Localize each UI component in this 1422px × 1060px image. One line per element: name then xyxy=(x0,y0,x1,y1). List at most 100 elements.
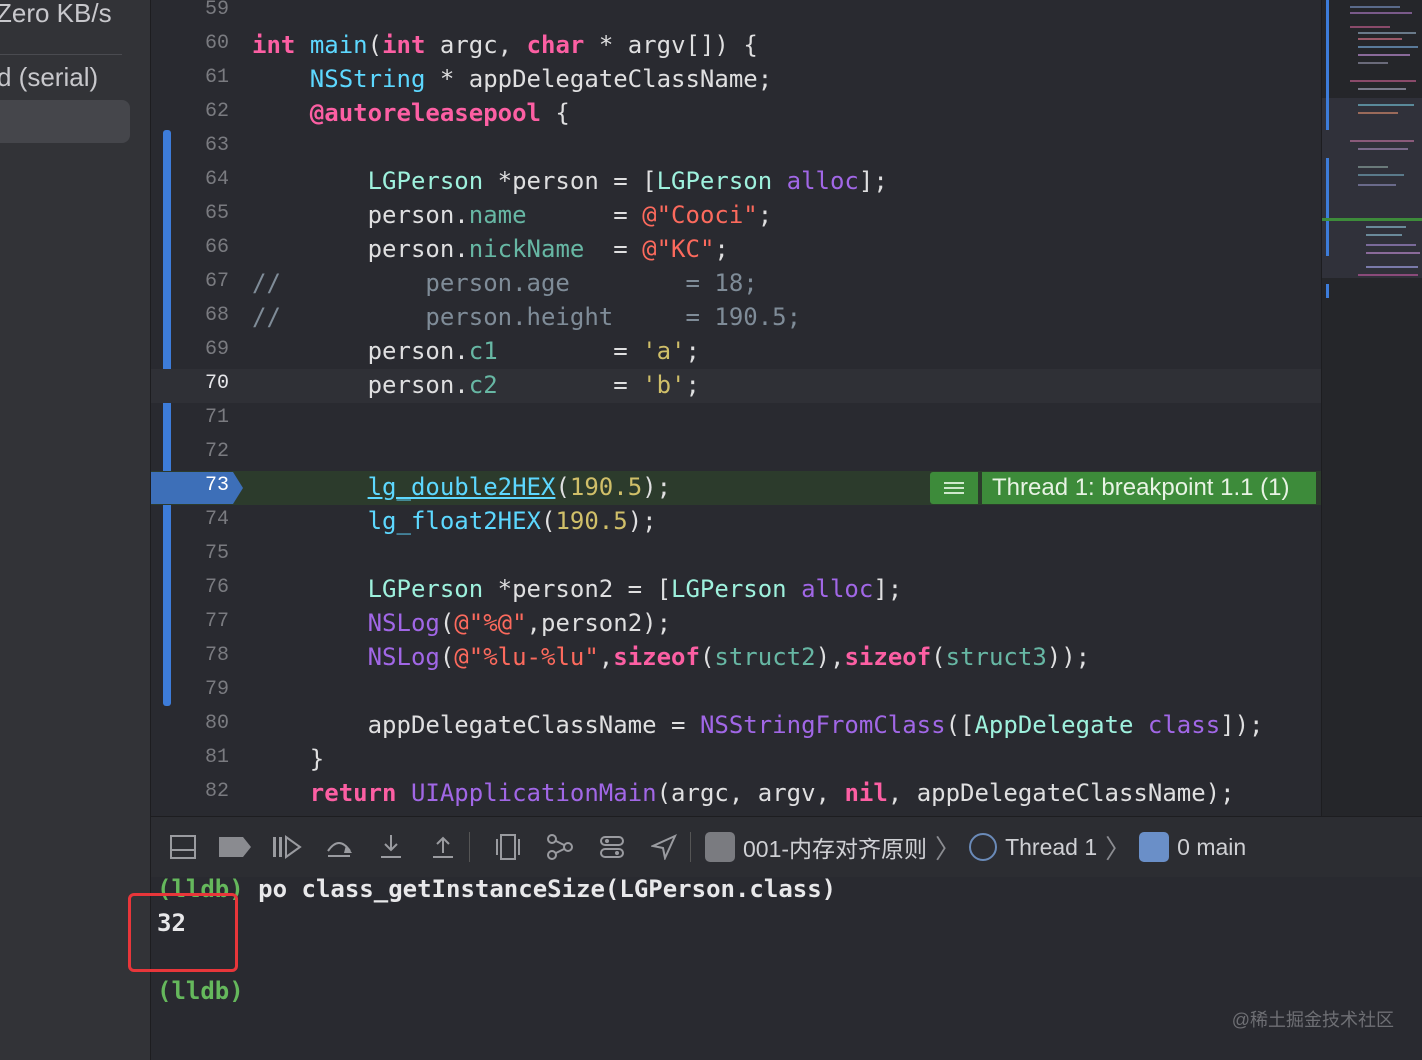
breadcrumb-frame[interactable]: 0 main xyxy=(1177,834,1246,861)
code-line[interactable]: 66 person.nickName = @"KC"; xyxy=(151,233,1321,267)
line-number[interactable]: 82 xyxy=(151,780,229,803)
code-text: return UIApplicationMain(argc, argv, nil… xyxy=(309,779,1235,807)
code-line[interactable]: 81 } xyxy=(151,743,1321,777)
minimap-code-line xyxy=(1350,12,1412,14)
line-number[interactable]: 60 xyxy=(151,32,229,55)
line-number[interactable]: 75 xyxy=(151,542,229,565)
source-editor[interactable]: 59 60 int main(int argc, char * argv[]) … xyxy=(151,0,1321,816)
line-number[interactable]: 71 xyxy=(151,406,229,429)
selected-row-highlight[interactable] xyxy=(0,100,130,143)
breakpoint-banner[interactable]: Thread 1: breakpoint 1.1 (1) xyxy=(930,472,1316,504)
code-text: person.name = @"Cooci"; xyxy=(252,201,773,229)
code-line[interactable]: 80 appDelegateClassName = NSStringFromCl… xyxy=(151,709,1321,743)
code-line[interactable]: 61 NSString * appDelegateClassName; xyxy=(151,63,1321,97)
code-line[interactable]: 74 lg_float2HEX(190.5); xyxy=(151,505,1321,539)
chevron-right-icon: 〉 xyxy=(1105,833,1132,864)
code-line[interactable]: 76 LGPerson *person2 = [LGPerson alloc]; xyxy=(151,573,1321,607)
debug-view-hierarchy-icon[interactable] xyxy=(488,827,528,867)
minimap[interactable] xyxy=(1321,0,1422,816)
code-line[interactable]: 60 int main(int argc, char * argv[]) { xyxy=(151,29,1321,63)
code-line-breakpoint[interactable]: 73 lg_double2HEX(190.5); Thread 1: break… xyxy=(151,471,1321,505)
code-line-current[interactable]: 70 person.c2 = 'b'; xyxy=(151,369,1321,403)
code-line[interactable]: 59 xyxy=(151,0,1321,29)
minimap-code-line xyxy=(1358,88,1406,90)
code-line[interactable]: 67 // person.age = 18; xyxy=(151,267,1321,301)
code-text: appDelegateClassName = NSStringFromClass… xyxy=(252,711,1264,739)
app-target-icon[interactable] xyxy=(705,832,735,862)
line-number[interactable]: 72 xyxy=(151,440,229,463)
minimap-code-line xyxy=(1358,174,1404,176)
minimap-code-line xyxy=(1366,244,1416,246)
hide-debug-area-icon[interactable] xyxy=(163,827,203,867)
hamburger-icon[interactable] xyxy=(930,472,978,504)
chevron-right-icon: 〉 xyxy=(935,833,962,864)
environment-overrides-icon[interactable] xyxy=(592,827,632,867)
line-number[interactable]: 63 xyxy=(151,134,229,157)
queue-label[interactable]: d (serial) xyxy=(0,62,98,93)
line-number[interactable]: 73 xyxy=(151,474,229,497)
code-line[interactable]: 82 return UIApplicationMain(argc, argv, … xyxy=(151,777,1321,811)
console-line[interactable]: (lldb) xyxy=(157,977,244,1005)
code-text: // person.age = 18; xyxy=(252,269,758,297)
line-number[interactable]: 80 xyxy=(151,712,229,735)
simulate-location-icon[interactable] xyxy=(644,827,684,867)
line-number[interactable]: 68 xyxy=(151,304,229,327)
code-text: LGPerson *person2 = [LGPerson alloc]; xyxy=(367,575,903,603)
code-line[interactable]: 69 person.c1 = 'a'; xyxy=(151,335,1321,369)
line-number[interactable]: 59 xyxy=(151,0,229,21)
code-line[interactable]: 78 NSLog(@"%lu-%lu",sizeof(struct2),size… xyxy=(151,641,1321,675)
highlight-annotation-box xyxy=(128,893,238,972)
watermark: @稀土掘金技术社区 xyxy=(1231,1010,1394,1030)
line-number[interactable]: 77 xyxy=(151,610,229,633)
line-number[interactable]: 74 xyxy=(151,508,229,531)
divider xyxy=(0,54,122,55)
debug-toolbar: 001-内存对齐原则 〉 Thread 1 〉 0 main xyxy=(151,816,1422,878)
line-number[interactable]: 64 xyxy=(151,168,229,191)
line-number[interactable]: 61 xyxy=(151,66,229,89)
code-text: person.c2 = 'b'; xyxy=(252,371,700,399)
line-number[interactable]: 79 xyxy=(151,678,229,701)
line-number[interactable]: 76 xyxy=(151,576,229,599)
code-text: int main(int argc, char * argv[]) { xyxy=(252,31,758,59)
step-out-icon[interactable] xyxy=(423,827,463,867)
breadcrumb-thread[interactable]: Thread 1 xyxy=(1005,834,1097,861)
breadcrumb-target[interactable]: 001-内存对齐原则 xyxy=(743,830,927,864)
line-number[interactable]: 81 xyxy=(151,746,229,769)
stack-frame-user-icon[interactable] xyxy=(1139,832,1170,862)
line-number[interactable]: 65 xyxy=(151,202,229,225)
line-number[interactable]: 70 xyxy=(151,372,229,395)
thread-icon[interactable] xyxy=(969,833,998,861)
minimap-code-line xyxy=(1350,26,1390,28)
minimap-code-line xyxy=(1358,166,1388,168)
step-into-icon[interactable] xyxy=(371,827,411,867)
lldb-console[interactable]: (lldb) po class_getInstanceSize(LGPerson… xyxy=(151,875,1422,1060)
console-command: po class_getInstanceSize(LGPerson.class) xyxy=(243,875,837,903)
code-line[interactable]: 79 xyxy=(151,675,1321,709)
minimap-viewport[interactable] xyxy=(1322,98,1422,278)
code-text: lg_float2HEX(190.5); xyxy=(367,507,657,535)
line-number[interactable]: 78 xyxy=(151,644,229,667)
memory-graph-icon[interactable] xyxy=(540,827,580,867)
code-line[interactable]: 72 xyxy=(151,437,1321,471)
breakpoint-banner-text: Thread 1: breakpoint 1.1 (1) xyxy=(982,472,1316,504)
minimap-code-line xyxy=(1366,226,1406,228)
code-line[interactable]: 77 NSLog(@"%@",person2); xyxy=(151,607,1321,641)
code-line[interactable]: 71 xyxy=(151,403,1321,437)
code-line[interactable]: 62 @autoreleasepool { xyxy=(151,97,1321,131)
code-line[interactable]: 75 xyxy=(151,539,1321,573)
minimap-code-line xyxy=(1358,62,1388,64)
line-number[interactable]: 66 xyxy=(151,236,229,259)
code-text: @autoreleasepool { xyxy=(309,99,570,127)
breakpoints-toggle-icon[interactable] xyxy=(215,827,255,867)
minimap-code-line xyxy=(1358,46,1418,48)
minimap-code-line xyxy=(1358,32,1416,34)
code-line[interactable]: 63 xyxy=(151,131,1321,165)
code-line[interactable]: 65 person.name = @"Cooci"; xyxy=(151,199,1321,233)
line-number[interactable]: 69 xyxy=(151,338,229,361)
code-line[interactable]: 68 // person.height = 190.5; xyxy=(151,301,1321,335)
code-line[interactable]: 64 LGPerson *person = [LGPerson alloc]; xyxy=(151,165,1321,199)
continue-icon[interactable] xyxy=(267,827,307,867)
line-number[interactable]: 67 xyxy=(151,270,229,293)
line-number[interactable]: 62 xyxy=(151,100,229,123)
step-over-icon[interactable] xyxy=(319,827,359,867)
